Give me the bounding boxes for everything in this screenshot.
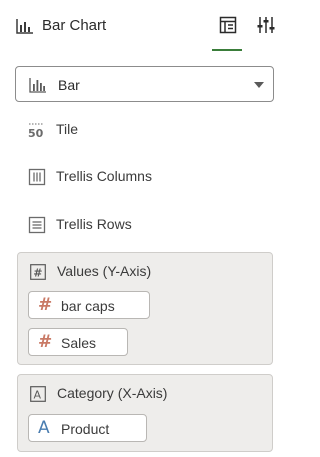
attribute-a-icon: A <box>38 418 50 438</box>
chip-label: Sales <box>61 335 97 351</box>
measure-chip-bar-caps[interactable]: # bar caps <box>28 291 150 319</box>
values-y-axis-group[interactable]: # Values (Y-Axis) # bar caps # Sales <box>17 252 273 365</box>
panel-title: Bar Chart <box>42 17 107 34</box>
bar-chart-icon <box>29 77 47 98</box>
trellis-rows-icon <box>28 216 46 234</box>
tab-properties[interactable] <box>253 14 279 40</box>
hash-box-icon: # <box>30 264 46 285</box>
drop-target-label: Trellis Rows <box>56 216 132 232</box>
svg-text:#: # <box>33 267 42 280</box>
measure-hash-icon: # <box>38 295 53 315</box>
a-box-icon: A <box>30 386 46 407</box>
sliders-icon <box>257 16 275 39</box>
group-title: Category (X-Axis) <box>57 385 168 401</box>
attribute-chip-product[interactable]: A Product <box>28 414 147 442</box>
measure-chip-sales[interactable]: # Sales <box>28 328 128 356</box>
drop-target-label: Tile <box>56 121 79 137</box>
drop-target-label: Trellis Columns <box>56 168 152 184</box>
chart-type-value: Bar <box>58 77 80 93</box>
trellis-columns-icon <box>28 168 46 186</box>
svg-text:50: 50 <box>28 127 44 139</box>
panel-header: Bar Chart <box>0 0 287 52</box>
chart-type-select[interactable]: Bar <box>15 66 274 102</box>
category-x-axis-group[interactable]: A Category (X-Axis) A Product <box>17 374 273 452</box>
grammar-panel-icon <box>219 16 237 39</box>
tab-grammar[interactable] <box>215 14 241 40</box>
group-title: Values (Y-Axis) <box>57 263 152 279</box>
bar-chart-icon <box>16 18 34 34</box>
measure-hash-icon: # <box>38 332 53 352</box>
chip-label: Product <box>61 421 110 437</box>
chevron-down-icon <box>254 82 264 88</box>
tile-50-icon: 50 <box>28 121 46 140</box>
svg-text:A: A <box>34 389 42 402</box>
chip-label: bar caps <box>61 298 115 314</box>
active-tab-indicator <box>212 49 242 51</box>
